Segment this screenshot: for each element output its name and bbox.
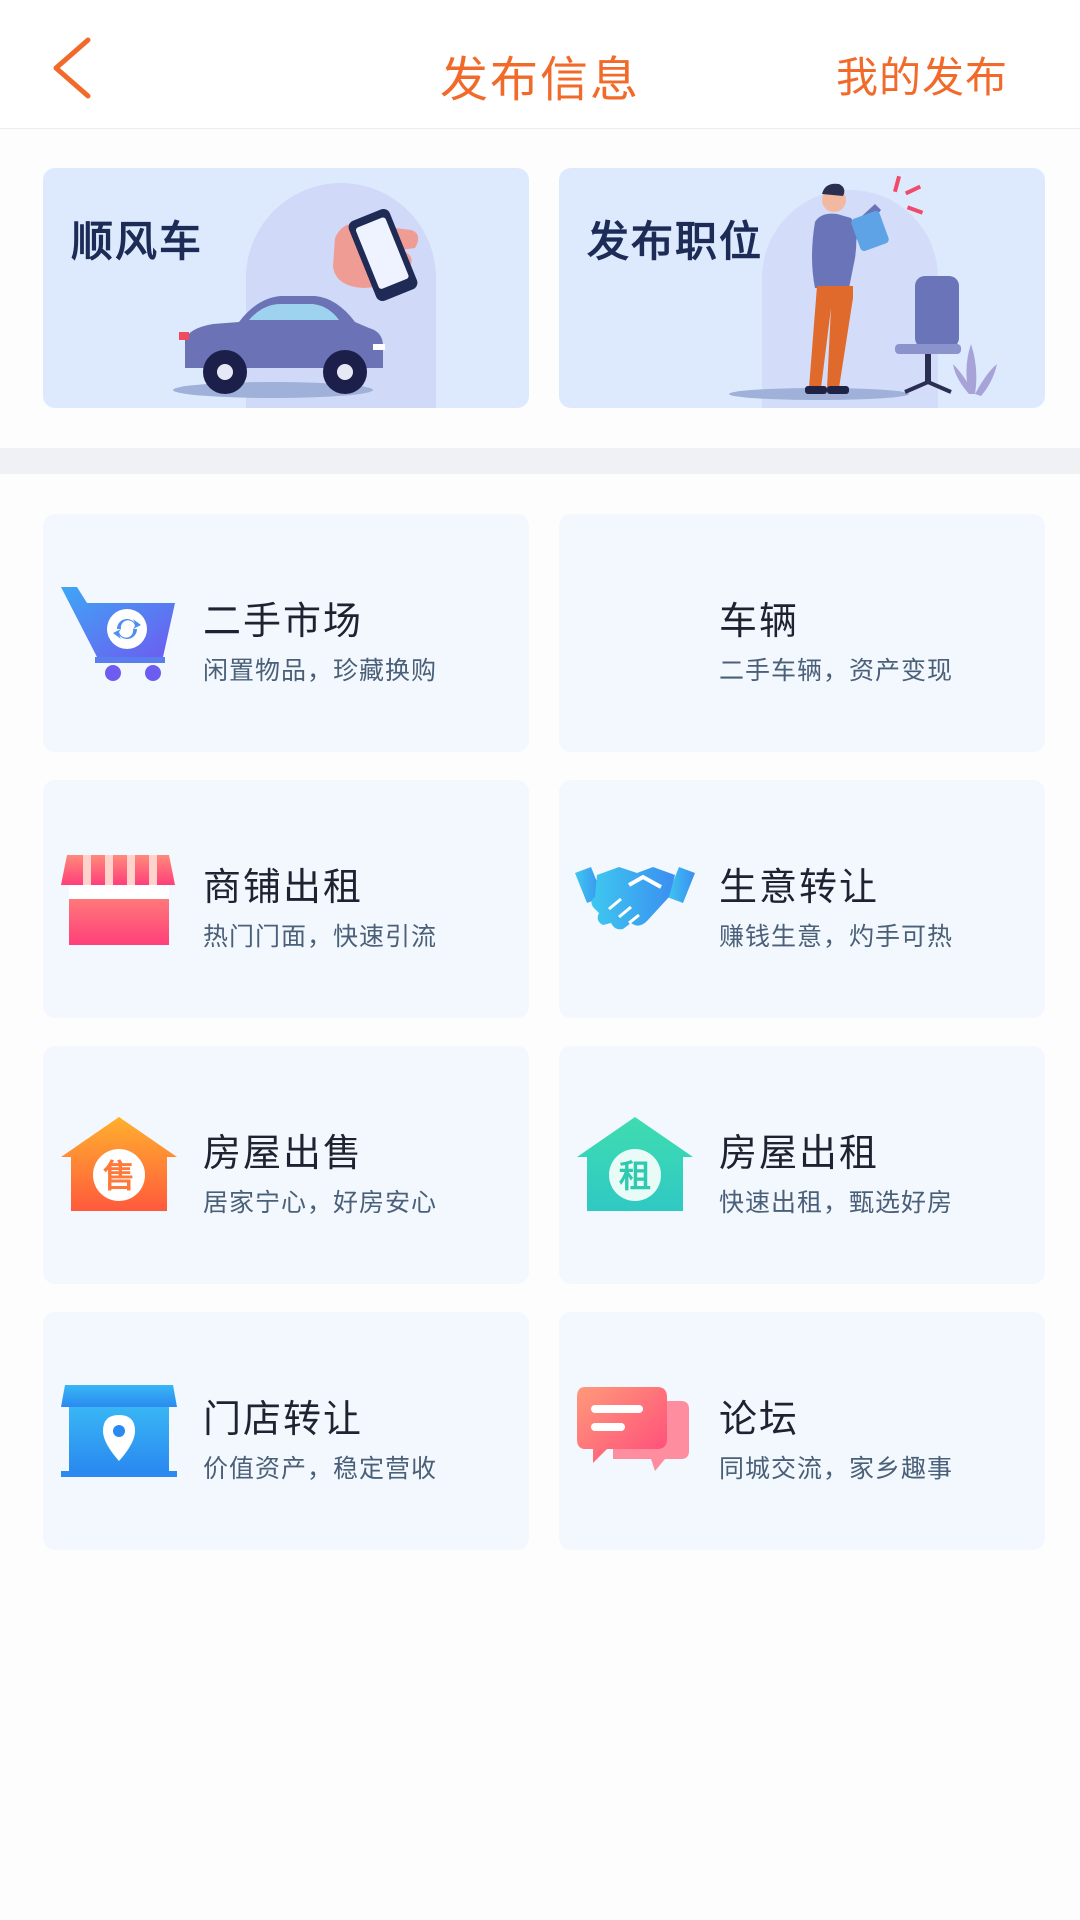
house-sale-icon: 售 [61,1117,177,1211]
banner-post-job[interactable]: 发布职位 [559,168,1045,408]
category-subtitle: 同城交流，家乡趣事 [719,1454,954,1483]
category-subtitle: 价值资产，稳定营收 [203,1454,438,1483]
category-title: 门店转让 [203,1397,364,1441]
man-with-megaphone-and-chair-illustration [729,175,997,408]
category-title: 生意转让 [719,865,880,909]
banner-ride-share[interactable]: 顺风车 [43,168,529,408]
category-title: 论坛 [719,1397,800,1441]
category-title: 二手市场 [203,599,364,643]
section-divider [0,448,1080,474]
category-subtitle: 居家宁心，好房安心 [203,1188,438,1217]
category-subtitle: 快速出租，甄选好房 [719,1188,954,1217]
house-sale-icon-char: 售 [103,1157,135,1195]
top-bar: 发布信息 我的发布 [0,0,1080,129]
shop-location-icon [61,1385,177,1477]
handshake-icon [575,867,695,930]
banner-label: 顺风车 [71,217,204,266]
category-vehicles[interactable]: 车辆 二手车辆，资产变现 [559,514,1045,752]
house-rent-icon-char: 租 [619,1157,651,1195]
category-title: 商铺出租 [203,865,364,909]
storefront-icon [61,855,175,945]
category-subtitle: 热门门面，快速引流 [203,922,438,951]
category-store-transfer[interactable]: 门店转让 价值资产，稳定营收 [43,1312,529,1550]
category-title: 车辆 [719,599,800,643]
category-title: 房屋出售 [203,1131,364,1175]
category-subtitle: 赚钱生意，灼手可热 [719,922,954,951]
category-subtitle: 二手车辆，资产变现 [719,656,954,685]
chat-bubbles-icon [577,1387,689,1471]
category-house-sale[interactable]: 售 房屋出售 居家宁心，好房安心 [43,1046,529,1284]
category-forum[interactable]: 论坛 同城交流，家乡趣事 [559,1312,1045,1550]
category-second-hand-market[interactable]: 二手市场 闲置物品，珍藏换购 [43,514,529,752]
car-and-phone-illustration [173,183,436,408]
house-rent-icon: 租 [577,1117,693,1211]
category-house-rent[interactable]: 租 房屋出租 快速出租，甄选好房 [559,1046,1045,1284]
my-posts-link[interactable]: 我的发布 [836,44,1008,105]
shopping-cart-icon [61,587,175,681]
category-subtitle: 闲置物品，珍藏换购 [203,656,438,685]
category-business-transfer[interactable]: 生意转让 赚钱生意，灼手可热 [559,780,1045,1018]
banner-label: 发布职位 [587,217,764,266]
category-shop-rental[interactable]: 商铺出租 热门门面，快速引流 [43,780,529,1018]
category-title: 房屋出租 [719,1131,880,1175]
